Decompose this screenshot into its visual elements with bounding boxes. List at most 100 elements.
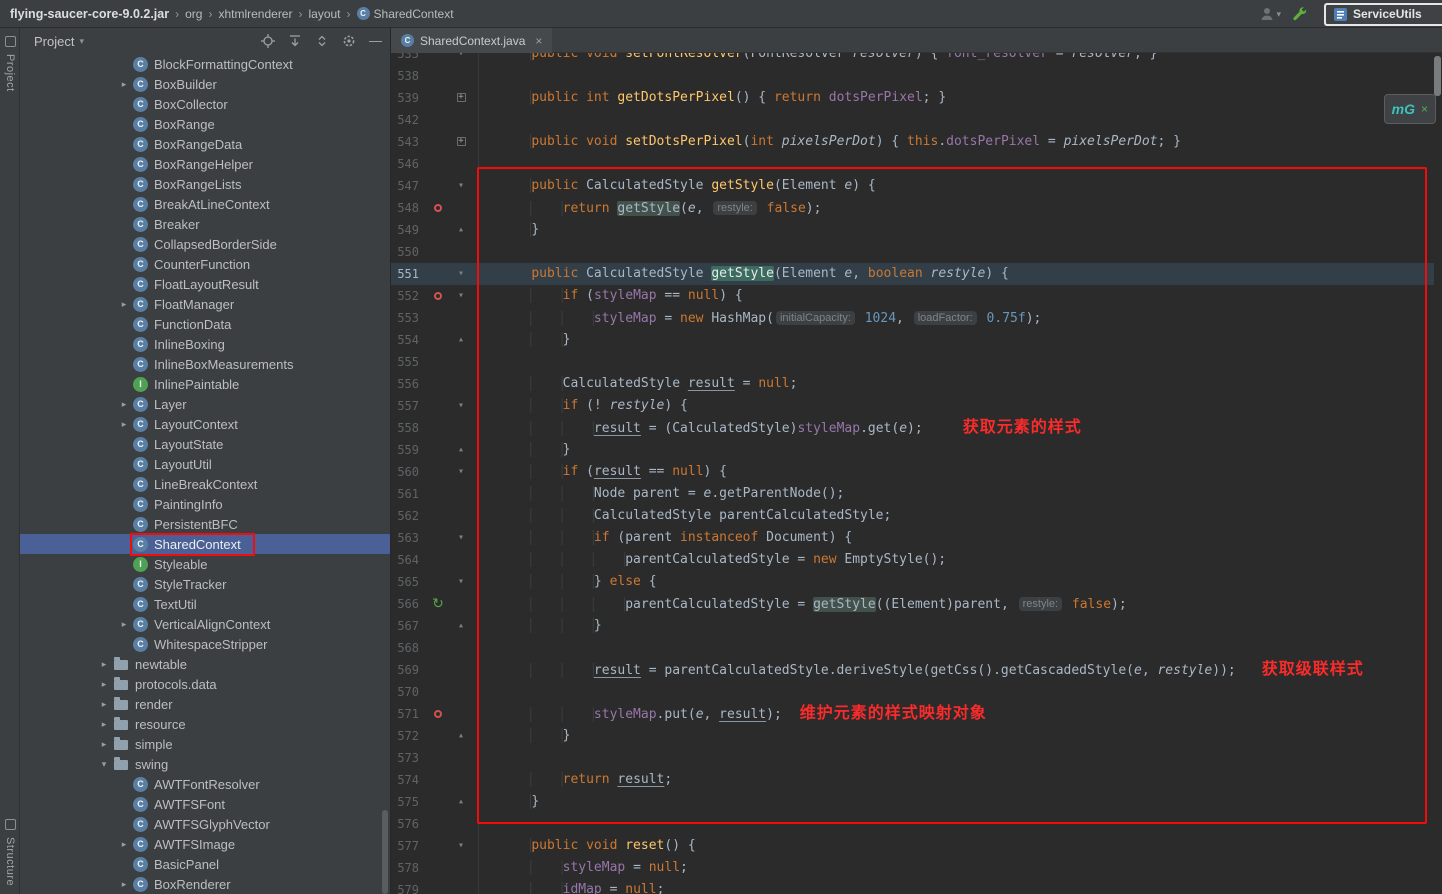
tree-chevron-icon[interactable]: ▸	[116, 839, 132, 850]
tree-item-render[interactable]: ▸render	[20, 694, 390, 714]
breadcrumb-item-flying-saucer-core-9-0-2-jar[interactable]: flying-saucer-core-9.0.2.jar	[10, 7, 169, 21]
line-number[interactable]: 564	[391, 549, 425, 571]
code-line-555[interactable]: 555	[391, 351, 1434, 373]
line-number[interactable]: 563	[391, 527, 425, 549]
line-number[interactable]: 572	[391, 725, 425, 747]
tree-item-layoututil[interactable]: CLayoutUtil	[20, 454, 390, 474]
tree-item-breaker[interactable]: CBreaker	[20, 214, 390, 234]
tree-item-layoutstate[interactable]: CLayoutState	[20, 434, 390, 454]
code-line-553[interactable]: 553 styleMap = new HashMap(initialCapaci…	[391, 307, 1434, 329]
editor-scrollbar[interactable]	[1434, 56, 1441, 96]
breadcrumb-item-org[interactable]: org	[185, 7, 202, 21]
tree-item-boxcollector[interactable]: CBoxCollector	[20, 94, 390, 114]
fold-marker-icon[interactable]: ▾	[451, 527, 471, 549]
line-number[interactable]: 577	[391, 835, 425, 857]
code-line-549[interactable]: 549▴ }	[391, 219, 1434, 241]
break-gutter-icon[interactable]	[425, 703, 451, 725]
hide-panel-icon[interactable]: —	[369, 36, 382, 46]
tree-item-paintinginfo[interactable]: CPaintingInfo	[20, 494, 390, 514]
tree-item-awtfsimage[interactable]: ▸CAWTFSImage	[20, 834, 390, 854]
tree-item-boxrange[interactable]: CBoxRange	[20, 114, 390, 134]
tree-item-awtfontresolver[interactable]: CAWTFontResolver	[20, 774, 390, 794]
code-line-567[interactable]: 567▴ }	[391, 615, 1434, 637]
line-number[interactable]: 553	[391, 307, 425, 329]
floating-window-serviceutils[interactable]: ServiceUtils	[1324, 3, 1442, 26]
line-number[interactable]: 576	[391, 813, 425, 835]
line-number[interactable]: 570	[391, 681, 425, 703]
code-line-577[interactable]: 577▾ public void reset() {	[391, 835, 1434, 857]
code-line-550[interactable]: 550	[391, 241, 1434, 263]
breadcrumb-item-sharedcontext[interactable]: CSharedContext	[357, 7, 454, 21]
tree-item-sharedcontext[interactable]: CSharedContext	[20, 534, 390, 554]
line-number[interactable]: 567	[391, 615, 425, 637]
tree-item-boxrangelists[interactable]: CBoxRangeLists	[20, 174, 390, 194]
line-number[interactable]: 542	[391, 109, 425, 131]
line-number[interactable]: 566	[391, 593, 425, 615]
line-number[interactable]: 546	[391, 153, 425, 175]
fold-marker-icon[interactable]: ▾	[451, 53, 471, 65]
code-line-547[interactable]: 547▾ public CalculatedStyle getStyle(Ele…	[391, 175, 1434, 197]
code-line-571[interactable]: 571 styleMap.put(e, result);维护元素的样式映射对象	[391, 703, 1434, 725]
code-line-562[interactable]: 562 CalculatedStyle parentCalculatedStyl…	[391, 505, 1434, 527]
tree-chevron-icon[interactable]: ▸	[116, 299, 132, 310]
fold-marker-icon[interactable]: ▴	[451, 219, 471, 241]
line-number[interactable]: 575	[391, 791, 425, 813]
line-number[interactable]: 535	[391, 53, 425, 65]
code-line-535[interactable]: 535▾ public void setFontResolver(FontRes…	[391, 53, 1434, 65]
tree-item-simple[interactable]: ▸simple	[20, 734, 390, 754]
collapse-all-icon[interactable]	[288, 34, 302, 48]
code-line-568[interactable]: 568	[391, 637, 1434, 659]
tree-item-styletracker[interactable]: CStyleTracker	[20, 574, 390, 594]
line-number[interactable]: 548	[391, 197, 425, 219]
line-number[interactable]: 543	[391, 131, 425, 153]
tree-chevron-icon[interactable]: ▸	[116, 419, 132, 430]
tree-item-basicpanel[interactable]: CBasicPanel	[20, 854, 390, 874]
line-number[interactable]: 568	[391, 637, 425, 659]
tree-item-swing[interactable]: ▾swing	[20, 754, 390, 774]
wrench-button[interactable]	[1291, 6, 1308, 23]
fold-marker-icon[interactable]: ▴	[451, 329, 471, 351]
line-number[interactable]: 571	[391, 703, 425, 725]
tree-item-styleable[interactable]: IStyleable	[20, 554, 390, 574]
code-line-579[interactable]: 579 idMap = null;	[391, 879, 1434, 894]
fold-marker-icon[interactable]: ▾	[451, 285, 471, 307]
project-scrollbar[interactable]	[382, 810, 388, 894]
tree-item-layer[interactable]: ▸CLayer	[20, 394, 390, 414]
code-line-573[interactable]: 573	[391, 747, 1434, 769]
tree-item-linebreakcontext[interactable]: CLineBreakContext	[20, 474, 390, 494]
tree-chevron-icon[interactable]: ▾	[96, 759, 112, 770]
fold-marker-icon[interactable]: ▾	[451, 461, 471, 483]
fold-marker-icon[interactable]: ▾	[451, 175, 471, 197]
code-line-538[interactable]: 538	[391, 65, 1434, 87]
line-number[interactable]: 562	[391, 505, 425, 527]
tree-item-whitespacestripper[interactable]: CWhitespaceStripper	[20, 634, 390, 654]
floating-tool-widget[interactable]: mG ×	[1384, 94, 1436, 124]
tree-item-inlineboxing[interactable]: CInlineBoxing	[20, 334, 390, 354]
code-line-575[interactable]: 575▴ }	[391, 791, 1434, 813]
fold-marker-icon[interactable]: ▾	[451, 835, 471, 857]
tree-chevron-icon[interactable]: ▸	[116, 399, 132, 410]
tree-item-textutil[interactable]: CTextUtil	[20, 594, 390, 614]
code-line-560[interactable]: 560▾ if (result == null) {	[391, 461, 1434, 483]
line-number[interactable]: 579	[391, 879, 425, 894]
code-line-542[interactable]: 542	[391, 109, 1434, 131]
tree-item-persistentbfc[interactable]: CPersistentBFC	[20, 514, 390, 534]
code-line-554[interactable]: 554▴ }	[391, 329, 1434, 351]
close-icon[interactable]: ×	[535, 34, 542, 48]
tree-chevron-icon[interactable]: ▸	[96, 659, 112, 670]
project-panel-title[interactable]: Project	[34, 34, 74, 49]
expand-collapse-icon[interactable]	[315, 34, 329, 48]
tree-item-protocols-data[interactable]: ▸protocols.data	[20, 674, 390, 694]
fold-marker-icon[interactable]: ▴	[451, 725, 471, 747]
breadcrumb-item-xhtmlrenderer[interactable]: xhtmlrenderer	[218, 7, 292, 21]
tree-item-resource[interactable]: ▸resource	[20, 714, 390, 734]
tree-item-awtfsfont[interactable]: CAWTFSFont	[20, 794, 390, 814]
fold-marker-icon[interactable]: ▴	[451, 791, 471, 813]
break-gutter-icon[interactable]	[425, 197, 451, 219]
line-number[interactable]: 556	[391, 373, 425, 395]
line-number[interactable]: 555	[391, 351, 425, 373]
tree-chevron-icon[interactable]: ▸	[96, 679, 112, 690]
fold-marker-icon[interactable]: ▾	[451, 395, 471, 417]
code-line-566[interactable]: 566↻ parentCalculatedStyle = getStyle((E…	[391, 593, 1434, 615]
fold-marker-icon[interactable]: +	[451, 87, 471, 109]
